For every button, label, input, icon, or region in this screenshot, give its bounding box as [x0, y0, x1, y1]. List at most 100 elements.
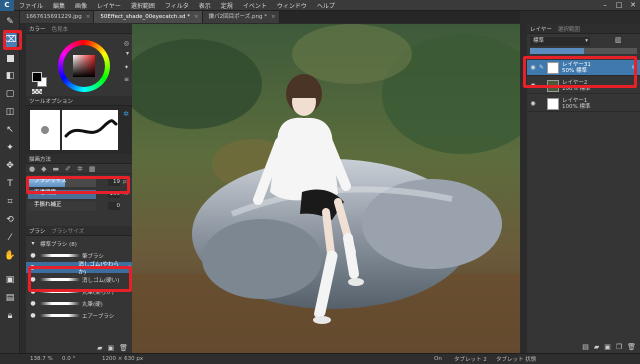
- gradient-tool-icon[interactable]: ◧: [3, 69, 17, 83]
- lasso-tool-icon[interactable]: ↖: [3, 123, 17, 137]
- tab-document-1[interactable]: 1667615691229.jpg ×: [20, 11, 95, 23]
- trash-icon[interactable]: 🗑︎: [627, 343, 636, 351]
- tab-selection[interactable]: 選択範囲: [558, 25, 580, 33]
- stabilizer-label: 手振れ補正: [34, 202, 62, 208]
- brush-item[interactable]: ● エアーブラシ: [26, 310, 132, 321]
- new-layer-icon[interactable]: ▤: [582, 343, 589, 351]
- tab-document-2[interactable]: 50Effect_shade_00eyecatch.sd * ×: [94, 11, 203, 23]
- tab-brush-size[interactable]: ブラシサイズ: [51, 227, 84, 235]
- transparent-color-icon[interactable]: [32, 89, 42, 94]
- highlight-eraser-tool: [3, 30, 22, 50]
- close-button[interactable]: ✕: [626, 0, 640, 11]
- menu-layer[interactable]: レイヤー: [92, 1, 126, 10]
- menu-help[interactable]: ヘルプ: [312, 1, 340, 10]
- layer-panel-header: レイヤー 選択範囲: [527, 24, 640, 34]
- text-tool-icon[interactable]: T: [3, 177, 17, 191]
- close-icon[interactable]: ×: [271, 11, 276, 23]
- crop-tool-icon[interactable]: ⌗: [3, 195, 17, 209]
- layer-opacity-fill: [530, 48, 584, 54]
- document-tabs: 1667615691229.jpg × 50Effect_shade_00eyec…: [20, 11, 520, 23]
- palette-icon[interactable]: ▾: [126, 50, 129, 57]
- menu-view[interactable]: 表示: [194, 1, 216, 10]
- folder-icon[interactable]: ▰: [97, 344, 102, 352]
- bucket-tool-icon[interactable]: [3, 51, 17, 65]
- tab-color[interactable]: カラー: [29, 25, 46, 33]
- menu-icon[interactable]: ≡: [124, 76, 129, 83]
- menu-file[interactable]: ファイル: [14, 1, 48, 10]
- brush-group[interactable]: ▾ 標準ブラシ (8): [26, 238, 132, 249]
- pattern-icon[interactable]: ▦: [89, 165, 96, 173]
- layer-actions: ▤ ▰ ▣ ❐ 🗑︎: [582, 343, 636, 351]
- round-tip-icon[interactable]: ●: [29, 165, 35, 173]
- dot-icon: ●: [30, 300, 36, 307]
- tab-layer[interactable]: レイヤー: [530, 25, 552, 33]
- highlight-brush-item: [28, 266, 132, 292]
- tab-brush[interactable]: ブラシ: [29, 227, 45, 235]
- menu-selection[interactable]: 選択範囲: [126, 1, 160, 10]
- magic-wand-icon[interactable]: ✦: [3, 141, 17, 155]
- shape-tool-icon[interactable]: ◫: [3, 105, 17, 119]
- menu-filter[interactable]: フィルタ: [160, 1, 194, 10]
- flat-tip-icon[interactable]: ◆: [41, 165, 46, 173]
- mask-icon[interactable]: ▣: [604, 343, 611, 351]
- rotate-tool-icon[interactable]: ⟲: [3, 213, 17, 227]
- layer-settings-icon[interactable]: ▥: [615, 36, 622, 44]
- tool-bar: ✎ ⌫ ◧ ▢ ◫ ↖ ✦ ✥ T ⌗ ⟲ ⁄ ✋ ▣ ▤ 🔒︎: [0, 11, 20, 353]
- blend-mode-select[interactable]: 標準 ▾: [530, 37, 590, 46]
- layer-row[interactable]: ◉ レイヤー1 100% 標準: [527, 96, 640, 112]
- rect-select-icon[interactable]: ▢: [3, 87, 17, 101]
- drawing-method-header: 描画方法: [26, 154, 132, 164]
- eye-icon[interactable]: ◉: [527, 100, 539, 107]
- tab-swatches[interactable]: 色見本: [52, 25, 69, 33]
- canvas-area[interactable]: [132, 24, 520, 354]
- highlight-brush-size: [26, 176, 130, 194]
- chevron-down-icon[interactable]: ▾: [26, 240, 40, 247]
- brush-icon[interactable]: ✐: [65, 165, 71, 173]
- folder-icon[interactable]: ▰: [594, 343, 599, 351]
- stabilizer-value[interactable]: 0: [108, 202, 120, 210]
- tablet-state: On: [434, 356, 442, 362]
- menu-edit[interactable]: 編集: [48, 1, 70, 10]
- tablet-label-2: タブレット 状態: [496, 357, 537, 363]
- trash-icon[interactable]: 🗑︎: [119, 344, 128, 352]
- pen-tool-icon[interactable]: ✎: [3, 15, 17, 29]
- menu-ruler[interactable]: 定規: [216, 1, 238, 10]
- move-tool-icon[interactable]: ✥: [3, 159, 17, 173]
- layer-info: 100% 標準: [562, 103, 591, 110]
- new-brush-icon[interactable]: ▣: [107, 344, 114, 352]
- eyedropper-icon[interactable]: ⁄: [3, 231, 17, 245]
- foreground-color-swatch[interactable]: [32, 72, 42, 82]
- tab-document-3[interactable]: 鎌パ2回目ポーズ.png * ×: [202, 11, 280, 23]
- saturation-value-square[interactable]: [73, 55, 95, 77]
- duplicate-icon[interactable]: ❐: [616, 343, 622, 351]
- status-bar: 138.7 % 0.0 ° 1200 × 630 px On タブレット 2 タ…: [0, 353, 640, 364]
- circle-icon[interactable]: ◎: [124, 40, 129, 47]
- menu-bar: C ファイル 編集 画像 レイヤー 選択範囲 フィルタ 表示 定規 イベント ウ…: [0, 0, 640, 11]
- menu-window[interactable]: ウィンドウ: [272, 1, 312, 10]
- stabilizer-slider[interactable]: 手振れ補正 0: [28, 201, 130, 212]
- gear-icon[interactable]: ✲: [123, 110, 129, 118]
- hand-tool-icon[interactable]: ✋: [3, 249, 17, 263]
- layer-opacity-slider[interactable]: [530, 48, 637, 54]
- tablet-label-1: タブレット 2: [454, 357, 487, 363]
- menu-event[interactable]: イベント: [238, 1, 272, 10]
- chevron-down-icon: ▾: [585, 38, 588, 44]
- airbrush-icon[interactable]: ✲: [77, 165, 83, 173]
- settings-icon[interactable]: ✦: [124, 64, 129, 71]
- marker-icon[interactable]: ▬: [53, 165, 60, 173]
- brush-panel-header: ブラシ ブラシサイズ: [26, 226, 132, 236]
- minimize-button[interactable]: –: [598, 0, 612, 11]
- panel-view-icon[interactable]: ▤: [3, 291, 17, 305]
- maximize-button[interactable]: □: [612, 0, 626, 11]
- brush-item[interactable]: ● 丸筆(硬): [26, 298, 132, 309]
- close-icon[interactable]: ×: [86, 11, 91, 23]
- color-panel-header: カラー 色見本: [26, 24, 132, 34]
- canvas-view-icon[interactable]: ▣: [3, 273, 17, 287]
- zoom-level[interactable]: 138.7 %: [30, 356, 62, 362]
- lock-icon[interactable]: 🔒︎: [3, 309, 17, 323]
- tool-option-title: ツールオプション: [29, 98, 74, 105]
- menu-image[interactable]: 画像: [70, 1, 92, 10]
- close-icon[interactable]: ×: [194, 11, 199, 23]
- rotation-angle[interactable]: 0.0 °: [62, 356, 102, 362]
- layer-thumbnail: [547, 97, 559, 110]
